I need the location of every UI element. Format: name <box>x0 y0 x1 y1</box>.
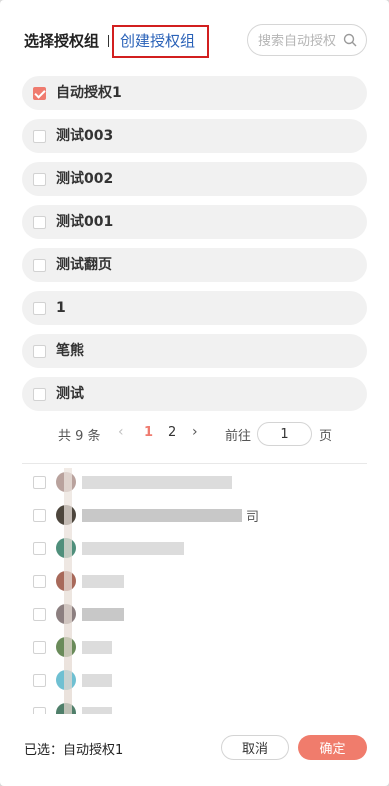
member-checkbox[interactable] <box>33 641 46 654</box>
prev-page-button[interactable]: ‹ <box>118 424 124 440</box>
redaction-strip <box>64 468 72 714</box>
search-icon[interactable] <box>343 33 357 47</box>
group-search-input[interactable] <box>258 31 342 51</box>
group-search <box>247 24 367 56</box>
redacted-name <box>82 476 232 489</box>
title-divider <box>108 35 109 47</box>
page-unit-label: 页 <box>319 429 333 444</box>
page-2-button[interactable]: 2 <box>168 425 176 440</box>
next-page-button[interactable]: › <box>192 424 198 440</box>
dialog-header: 选择授权组 创建授权组 <box>0 0 389 70</box>
group-label: 测试 <box>56 386 84 402</box>
member-row[interactable]: 司 <box>0 501 389 534</box>
group-item[interactable]: 笔熊 <box>22 334 367 368</box>
group-item[interactable]: 测试002 <box>22 162 367 196</box>
group-checkbox[interactable] <box>33 87 46 100</box>
cancel-button[interactable]: 取消 <box>221 735 289 760</box>
group-checkbox[interactable] <box>33 259 46 272</box>
redacted-name <box>82 542 184 555</box>
group-item[interactable]: 测试 <box>22 377 367 411</box>
confirm-button[interactable]: 确定 <box>298 735 367 760</box>
member-row[interactable] <box>0 600 389 633</box>
group-item[interactable]: 测试003 <box>22 119 367 153</box>
group-checkbox[interactable] <box>33 302 46 315</box>
member-checkbox[interactable] <box>33 542 46 555</box>
group-item[interactable]: 自动授权1 <box>22 76 367 110</box>
group-checkbox[interactable] <box>33 345 46 358</box>
dialog-footer: 已选：自动授权1 取消 确定 <box>0 730 389 766</box>
dialog-title: 选择授权组 <box>24 32 100 50</box>
member-row[interactable] <box>0 468 389 501</box>
create-group-link[interactable]: 创建授权组 <box>112 25 209 58</box>
pagination: 共 9 条 ‹ 1 2 › 前往 页 <box>0 422 389 446</box>
redacted-name <box>82 608 124 621</box>
member-checkbox[interactable] <box>33 608 46 621</box>
group-label: 测试002 <box>56 171 114 187</box>
member-list[interactable]: 司 <box>0 468 389 714</box>
goto-page-input[interactable] <box>257 422 312 446</box>
member-row[interactable] <box>0 534 389 567</box>
member-checkbox[interactable] <box>33 509 46 522</box>
member-checkbox[interactable] <box>33 674 46 687</box>
group-label: 自动授权1 <box>56 85 122 101</box>
authorization-group-dialog: 选择授权组 创建授权组 自动授权1 测试003 测试002 测试001 <box>0 0 389 786</box>
redacted-name <box>82 509 242 522</box>
group-checkbox[interactable] <box>33 130 46 143</box>
goto-label: 前往 <box>225 429 252 444</box>
redacted-name <box>82 707 112 714</box>
member-checkbox[interactable] <box>33 707 46 714</box>
pagination-total: 共 9 条 <box>58 429 101 444</box>
group-checkbox[interactable] <box>33 388 46 401</box>
group-checkbox[interactable] <box>33 216 46 229</box>
group-list: 自动授权1 测试003 测试002 测试001 测试翻页 1 笔熊 测试 <box>22 76 367 420</box>
group-label: 测试翻页 <box>56 257 112 273</box>
page-1-button[interactable]: 1 <box>144 425 153 440</box>
group-label: 测试001 <box>56 214 114 230</box>
group-label: 测试003 <box>56 128 114 144</box>
member-row[interactable] <box>0 699 389 714</box>
section-divider <box>22 463 367 464</box>
member-row[interactable] <box>0 666 389 699</box>
member-row[interactable] <box>0 633 389 666</box>
member-checkbox[interactable] <box>33 575 46 588</box>
group-item[interactable]: 1 <box>22 291 367 325</box>
selected-summary: 已选：自动授权1 <box>24 743 124 758</box>
group-item[interactable]: 测试翻页 <box>22 248 367 282</box>
member-name-tail: 司 <box>246 510 260 525</box>
group-label: 笔熊 <box>56 343 84 359</box>
redacted-name <box>82 575 124 588</box>
member-checkbox[interactable] <box>33 476 46 489</box>
group-item[interactable]: 测试001 <box>22 205 367 239</box>
redacted-name <box>82 641 112 654</box>
redacted-name <box>82 674 112 687</box>
group-checkbox[interactable] <box>33 173 46 186</box>
group-label: 1 <box>56 300 66 316</box>
member-row[interactable] <box>0 567 389 600</box>
